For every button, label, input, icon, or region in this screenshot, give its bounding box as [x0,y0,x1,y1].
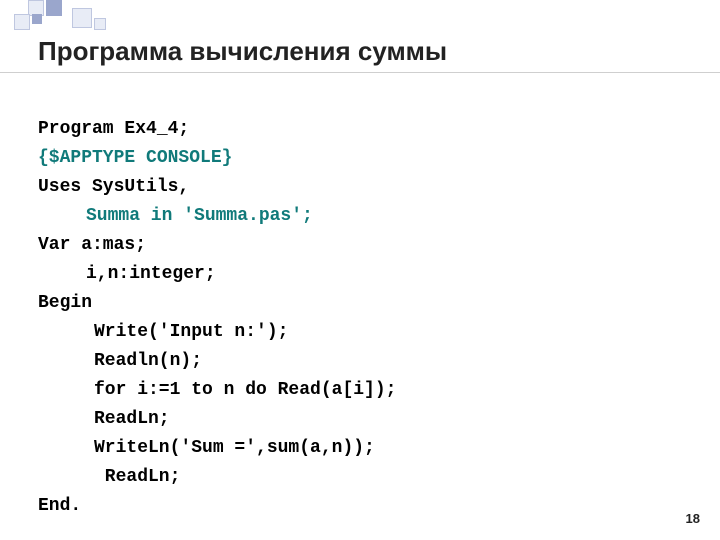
code-line: ReadLn; [38,463,180,492]
slide-title: Программа вычисления суммы [38,36,447,67]
title-rule [0,72,720,73]
code-line: for i:=1 to n do Read(a[i]); [38,376,396,405]
code-line: Var a:mas; [38,235,146,255]
code-line: Summa in 'Summa.pas'; [38,202,313,231]
code-line: Uses SysUtils, [38,177,189,197]
corner-decoration [0,0,110,36]
code-block: Program Ex4_4; {$APPTYPE CONSOLE} Uses S… [38,86,396,521]
code-line: ReadLn; [38,405,170,434]
code-line: WriteLn('Sum =',sum(a,n)); [38,434,375,463]
code-line: End. [38,496,81,516]
code-line: i,n:integer; [38,260,216,289]
code-line: Write('Input n:'); [38,318,288,347]
code-line: Program Ex4_4; [38,119,189,139]
code-line: {$APPTYPE CONSOLE} [38,148,232,168]
code-line: Begin [38,293,92,313]
page-number: 18 [686,511,700,526]
code-line: Readln(n); [38,347,202,376]
